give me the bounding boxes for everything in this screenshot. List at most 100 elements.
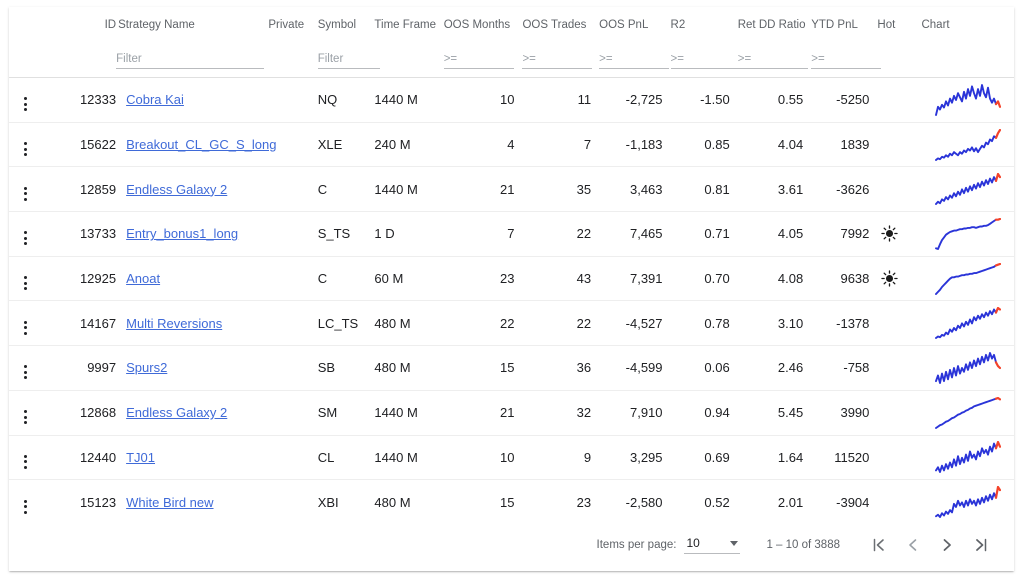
filter-cell-oos-months — [443, 31, 523, 77]
last-page-icon — [976, 538, 987, 552]
table-row[interactable]: 9997 Spurs2 SB 480 M 15 36 -4,599 0.06 2.46 -758 — [9, 345, 1014, 391]
row-menu-icon[interactable] — [17, 410, 33, 425]
strategy-link[interactable]: Multi Reversions — [126, 316, 222, 331]
last-page-button[interactable] — [964, 528, 998, 562]
filter-ret-dd-ratio-wrap — [737, 52, 812, 77]
cell-oos-months: 10 — [443, 77, 523, 123]
table-row[interactable]: 12868 Endless Galaxy 2 SM 1440 M 21 32 7,910 0.… — [9, 390, 1014, 436]
col-header-symbol-label: Symbol — [317, 19, 357, 31]
cell-symbol: SM — [317, 390, 375, 436]
col-header-symbol[interactable]: Symbol — [317, 7, 375, 31]
strategy-link[interactable]: Breakout_CL_GC_S_long — [126, 137, 276, 152]
cell-ytd-pnl: -758 — [811, 345, 878, 391]
table-row[interactable]: 12333 Cobra Kai NQ 1440 M 10 11 -2,725 -1.50 0.5… — [9, 77, 1014, 123]
sparkline-equity-path — [935, 83, 998, 116]
col-header-hot[interactable]: Hot — [877, 7, 922, 31]
strategy-link[interactable]: Anoat — [126, 271, 160, 286]
col-header-ytd-pnl[interactable]: YTD PnL — [811, 7, 878, 31]
col-header-r2[interactable]: R2 — [670, 7, 738, 31]
next-page-button[interactable] — [930, 528, 964, 562]
filter-ret-dd-ratio-input[interactable] — [737, 52, 808, 69]
table-row[interactable]: 15123 White Bird new XBI 480 M 15 23 -2,580 0.5… — [9, 479, 1014, 525]
table-row[interactable]: 13733 Entry_bonus1_long S_TS 1 D 7 22 7,465 0.7… — [9, 211, 1014, 257]
filter-r2-input[interactable] — [670, 52, 741, 69]
table-row[interactable]: 15622 Breakout_CL_GC_S_long XLE 240 M 4 7 -1,1… — [9, 122, 1014, 168]
row-menu-icon[interactable] — [17, 499, 33, 514]
previous-page-button[interactable] — [896, 528, 930, 562]
sparkline-svg — [935, 352, 1002, 384]
filter-oos-months-input[interactable] — [443, 52, 514, 69]
row-menu-icon[interactable] — [17, 142, 33, 157]
row-menu-icon[interactable] — [17, 97, 33, 112]
first-page-button[interactable] — [862, 528, 896, 562]
cell-oos-months: 10 — [443, 435, 523, 481]
cell-hot — [877, 435, 922, 481]
filter-oos-trades-input[interactable] — [522, 52, 593, 69]
table-row[interactable]: 12440 TJ01 CL 1440 M 10 9 3,295 0.69 1.64 11520 — [9, 435, 1014, 481]
col-header-oos-pnl[interactable]: OOS PnL — [599, 7, 671, 31]
table-row[interactable]: 12859 Endless Galaxy 2 C 1440 M 21 35 3,463 0.8… — [9, 166, 1014, 213]
filter-oos-pnl-input[interactable] — [599, 52, 670, 69]
col-header-oos-trades[interactable]: OOS Trades — [522, 7, 600, 31]
row-menu-icon[interactable] — [17, 454, 33, 469]
row-menu-cell — [9, 435, 70, 481]
filter-cell-chart — [921, 31, 1014, 77]
cell-chart[interactable] — [921, 77, 1014, 123]
col-header-oos-months[interactable]: OOS Months — [443, 7, 523, 31]
cell-hot — [877, 166, 922, 213]
cell-chart[interactable] — [921, 300, 1014, 347]
col-header-chart[interactable]: Chart — [921, 7, 1014, 31]
sparkline-recent-path — [995, 441, 1002, 450]
sparkline-recent-path — [995, 396, 1002, 401]
cell-private — [268, 345, 318, 391]
strategy-link[interactable]: White Bird new — [126, 495, 213, 510]
col-header-strategy[interactable]: Strategy Name — [116, 7, 269, 31]
filter-oos-months-wrap — [443, 52, 523, 77]
cell-r2: 0.85 — [670, 122, 738, 168]
page-size-select[interactable]: 10 — [684, 536, 741, 554]
col-header-id[interactable]: ID — [69, 7, 117, 31]
cell-chart[interactable] — [921, 345, 1014, 391]
strategy-link[interactable]: Endless Galaxy 2 — [126, 405, 227, 420]
filter-cell-private — [268, 31, 317, 77]
strategy-link[interactable]: Cobra Kai — [126, 92, 184, 107]
row-menu-icon[interactable] — [17, 320, 33, 335]
table-row[interactable]: 14167 Multi Reversions LC_TS 480 M 22 22 -4,52… — [9, 300, 1014, 347]
cell-chart[interactable] — [921, 435, 1014, 481]
cell-chart[interactable] — [921, 122, 1014, 168]
filter-symbol-input[interactable] — [317, 52, 380, 69]
cell-chart[interactable] — [921, 390, 1014, 436]
cell-chart[interactable] — [921, 211, 1014, 257]
cell-ret-dd-ratio: 3.61 — [737, 166, 812, 213]
cell-time-frame: 1440 M — [374, 435, 444, 481]
strategy-link[interactable]: Endless Galaxy 2 — [126, 182, 227, 197]
cell-time-frame: 240 M — [374, 122, 444, 168]
filter-ytd-pnl-input[interactable] — [811, 52, 882, 69]
cell-strategy: Entry_bonus1_long — [116, 211, 269, 257]
row-menu-icon[interactable] — [17, 276, 33, 291]
cell-r2: 0.71 — [670, 211, 738, 257]
sparkline-recent-path — [995, 217, 1002, 221]
sparkline-svg — [935, 486, 1002, 518]
cell-symbol: LC_TS — [317, 300, 375, 347]
cell-r2: 0.06 — [670, 345, 738, 391]
cell-symbol: CL — [317, 435, 375, 481]
strategy-link[interactable]: TJ01 — [126, 450, 155, 465]
strategy-link[interactable]: Entry_bonus1_long — [126, 226, 238, 241]
strategy-link[interactable]: Spurs2 — [126, 360, 167, 375]
col-header-ret-dd-ratio[interactable]: Ret DD Ratio — [737, 7, 812, 31]
row-menu-icon[interactable] — [17, 186, 33, 201]
col-header-time-frame[interactable]: Time Frame — [374, 7, 444, 31]
filter-strategy-input[interactable] — [116, 52, 265, 69]
cell-oos-trades: 36 — [522, 345, 600, 391]
row-menu-icon[interactable] — [17, 231, 33, 246]
row-menu-icon[interactable] — [17, 365, 33, 380]
cell-ret-dd-ratio: 4.04 — [737, 122, 812, 168]
cell-chart[interactable] — [921, 256, 1014, 302]
table-row[interactable]: 12925 Anoat C 60 M 23 43 7,391 0.70 4.08 9638 — [9, 256, 1014, 302]
row-menu-cell — [9, 77, 70, 123]
cell-oos-pnl: 7,465 — [599, 211, 671, 257]
cell-chart[interactable] — [921, 479, 1014, 525]
col-header-private[interactable]: Private — [268, 7, 318, 31]
cell-chart[interactable] — [921, 166, 1014, 213]
